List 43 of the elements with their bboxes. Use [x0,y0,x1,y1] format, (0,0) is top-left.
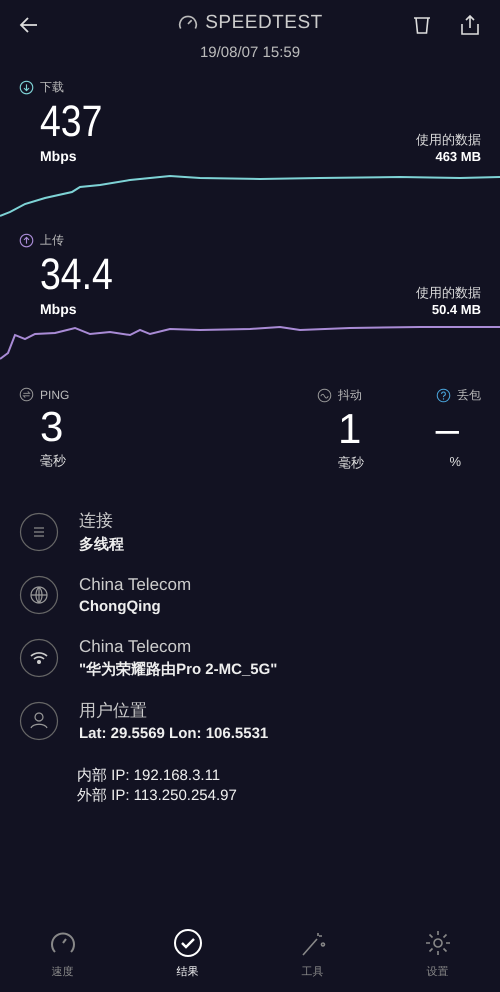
data-used-label: 使用的数据 [416,131,481,149]
globe-icon [19,574,59,614]
speed-unit: Mbps [40,301,78,317]
metric-value: 3 [39,402,64,452]
test-label: 下载 [40,79,64,96]
metric-label: PING [40,388,70,402]
nav-tab[interactable]: 结果 [125,922,250,992]
metric-unit: % [449,454,462,469]
metric-value: – [436,404,460,454]
metric-label: 抖动 [338,387,362,404]
speed-value: 437 [40,96,102,148]
detail-title: 用户位置 [79,700,148,722]
ip-address: 内部 IP: 192.168.3.11 [77,766,222,786]
data-used-value: 50.4 MB [432,302,481,317]
wifi-icon [19,638,59,678]
nav-tab[interactable]: 工具 [250,922,375,992]
detail-value: "华为荣耀路由Pro 2-MC_5G" [79,660,278,678]
nav-tab[interactable]: 设置 [375,922,500,992]
test-datetime: 19/08/07 15:59 [198,44,302,61]
metric-unit: 毫秒 [337,454,364,472]
detail-title: China Telecom [79,574,192,594]
test-label: 上传 [40,232,64,249]
help-icon [436,388,451,403]
detail-value: Lat: 29.5569 Lon: 106.5531 [79,725,268,742]
data-used-label: 使用的数据 [416,284,481,302]
wave-icon [317,388,332,403]
speed-value: 34.4 [40,249,113,301]
data-used-value: 463 MB [435,149,481,164]
metric-label: 丢包 [457,387,481,404]
detail-title: 连接 [79,510,114,532]
app-title: SPEEDTEST [205,12,323,34]
person-icon [19,700,59,740]
detail-title: China Telecom [79,636,192,656]
detail-value: ChongQing [79,598,162,614]
nav-tab[interactable]: 速度 [0,922,125,992]
metric-unit: 毫秒 [39,452,67,470]
check-circle-icon [172,928,202,958]
speed-unit: Mbps [40,148,78,164]
detail-value: 多线程 [79,535,124,554]
ip-address: 外部 IP: 113.250.254.97 [77,786,238,806]
ping-icon [19,387,34,402]
share-icon[interactable] [458,13,482,37]
metric-value: 1 [337,404,362,454]
